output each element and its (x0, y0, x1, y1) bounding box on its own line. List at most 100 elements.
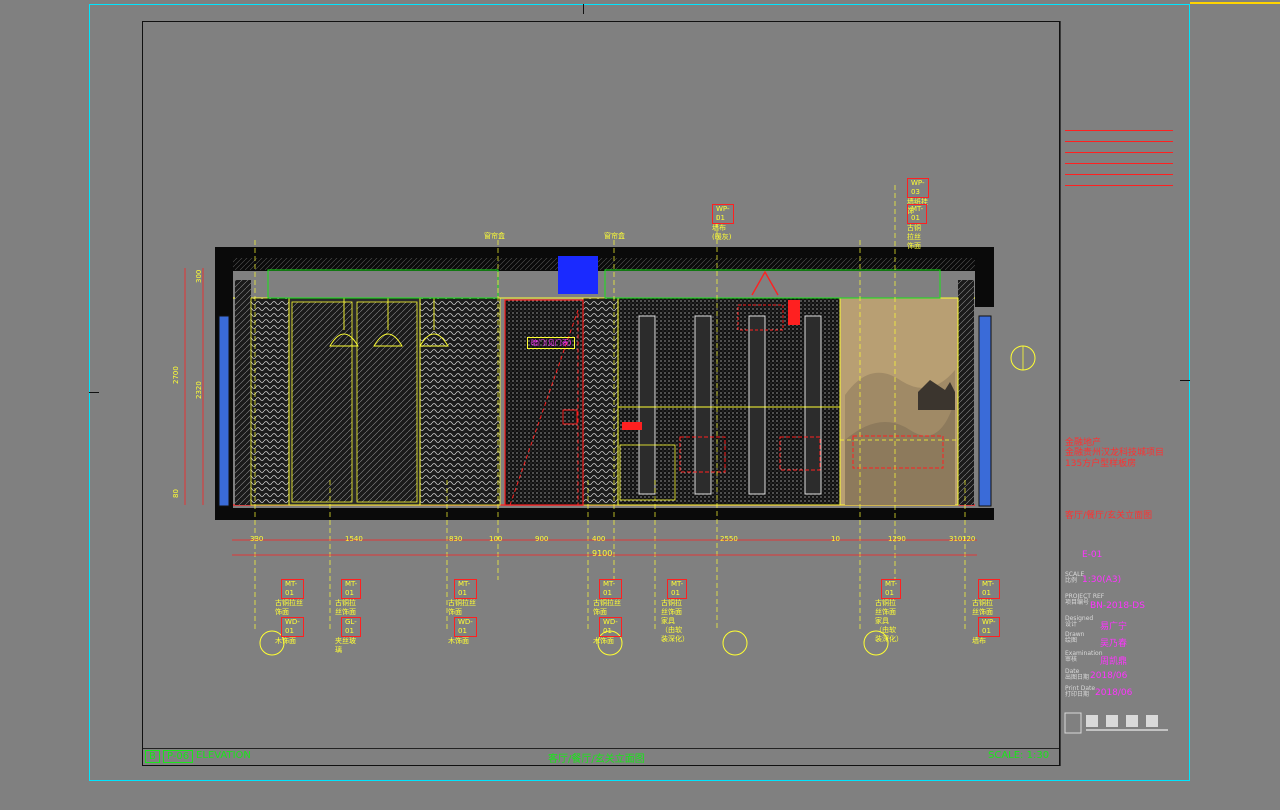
floor-slab (215, 508, 994, 520)
print-date-label: Print Date 打印日期 (1065, 685, 1096, 699)
dimension-label: 900 (535, 535, 549, 543)
project-line-2: 金融贵州汉龙科技城项目 (1065, 448, 1165, 459)
material-tag: MT-01 古铜拉丝饰面 家具 （由软装深化） (661, 579, 689, 644)
dimension-label-vertical: 300 (195, 269, 203, 283)
material-desc: 木饰面 (275, 637, 296, 645)
material-desc: 古铜拉丝饰面 (972, 599, 993, 616)
material-desc: 古铜拉丝饰面 (593, 599, 621, 616)
wave-panel-3 (582, 297, 619, 506)
dimension-label: 2550 (720, 535, 738, 543)
material-desc: 墙布 (972, 637, 986, 645)
material-tag: MT-01 古铜拉丝饰面 GL-01 夹丝玻璃 (335, 579, 362, 655)
print-date-value: 2018/06 (1095, 688, 1133, 698)
date-value: 2018/06 (1090, 671, 1128, 681)
project-line-1: 金融地产 (1065, 438, 1102, 448)
exam-value: 周凯鼎 (1100, 657, 1128, 667)
glass-door-left (291, 301, 353, 503)
right-curtain (978, 315, 992, 507)
material-desc: 墙布(暖灰) (712, 224, 732, 241)
dimension-label: 330 (250, 535, 264, 543)
material-tag: MT-01 古铜拉丝饰面 家具 （由软装深化） (875, 579, 903, 644)
material-desc: 家具 (661, 617, 675, 625)
left-curtain-fabric (235, 280, 251, 505)
material-desc: 古铜拉丝饰面 (907, 224, 921, 250)
dimension-label: 400 (592, 535, 606, 543)
wave-panel-2 (419, 297, 501, 506)
left-curtain (218, 315, 230, 507)
material-desc: 木饰面 (448, 637, 469, 645)
elevation-word: ELEVATION (196, 750, 251, 761)
dimension-total-label: 9100 (592, 549, 613, 558)
designed-label: Designed 设计 (1065, 615, 1094, 629)
dimension-label: 1290 (888, 535, 906, 543)
curtain-track-label-1: 窗帘盒 (484, 232, 505, 240)
scale-value: 1:30(A3) (1082, 575, 1122, 585)
material-desc: 古铜拉丝饰面 (335, 599, 356, 616)
elevation-code: P-06 (163, 750, 194, 763)
sheet-number: E-01 (1082, 550, 1103, 560)
material-desc: 古铜拉丝饰面 (875, 599, 896, 616)
hidden-door (504, 299, 584, 506)
material-desc: 古铜拉丝饰面 (275, 599, 303, 616)
drawing-title: 客厅/餐厅/玄关立面图 (1065, 511, 1153, 521)
designed-value: 易广宁 (1100, 622, 1128, 632)
material-tag: MT-01 古铜拉丝饰面 WD-01 木饰面 (275, 579, 304, 646)
elevation-mark: B (145, 750, 160, 763)
material-tag: MT-01 古铜拉丝饰面 WP-01 墙布 (972, 579, 1000, 646)
material-code: MT-01 (454, 579, 477, 599)
glass-door-right (356, 301, 418, 503)
material-code: MT-01 (341, 579, 362, 599)
material-code: WP-01 (978, 617, 1000, 637)
material-desc: 古铜拉丝饰面 (448, 599, 476, 616)
material-code: WD-01 (599, 617, 622, 637)
material-code: WD-01 (281, 617, 304, 637)
material-code: MT-01 (667, 579, 688, 599)
scale-text: SCALE: 1:30 (988, 750, 1050, 761)
hidden-door-label: 暗门(见门表) (527, 337, 576, 349)
material-code: MT-01 (881, 579, 902, 599)
company-logo (1064, 712, 1168, 734)
material-tag: MT-01 古铜拉丝饰面 WD-01 木饰面 (593, 579, 622, 646)
drawn-value: 吴乃春 (1100, 639, 1128, 649)
project-name: 金融地产 金融贵州汉龙科技城项目 135方户型样板房 (1065, 438, 1164, 469)
material-code: WP-01 (712, 204, 734, 224)
material-code: WD-01 (454, 617, 477, 637)
view-name: 客厅/餐厅/玄关立面图 (548, 754, 645, 765)
ceiling-hatch (233, 258, 975, 270)
material-code: GL-01 (341, 617, 362, 637)
table-lamp (622, 422, 642, 430)
fire-extinguisher-mark (788, 300, 800, 325)
material-desc: （由软装深化） (875, 626, 903, 643)
material-tag: MT-01 古铜拉丝饰面 WD-01 木饰面 (448, 579, 477, 646)
revision-lines (1065, 120, 1173, 186)
material-code: MT-01 (978, 579, 1000, 599)
wave-panel-1 (250, 297, 290, 506)
material-code: MT-01 (907, 204, 928, 224)
material-desc: 古铜拉丝饰面 (661, 599, 682, 616)
material-tag: WP-01 墙布(暖灰) (712, 204, 734, 242)
curtain-track-label-2: 窗帘盒 (604, 232, 625, 240)
air-conditioner-unit (558, 256, 598, 294)
material-tag: MT-01 古铜拉丝饰面 (907, 204, 928, 251)
material-code: WP-03 (907, 178, 929, 198)
dimension-label: 10 (831, 535, 840, 543)
right-wall-section (975, 247, 994, 307)
drawn-label: Drawn 绘图 (1065, 631, 1085, 645)
dimension-label: 310 (949, 535, 963, 543)
material-desc: 家具 (875, 617, 889, 625)
material-desc: 夹丝玻璃 (335, 637, 356, 654)
material-code: MT-01 (599, 579, 622, 599)
exam-label: Examination 审核 (1065, 650, 1103, 664)
dimension-label-vertical: 80 (172, 489, 180, 498)
material-desc: 木饰面 (593, 637, 614, 645)
ceiling-light-fixture (751, 270, 779, 296)
dimension-label: 100 (489, 535, 503, 543)
dimension-label-vertical: 2320 (195, 381, 203, 399)
date-label: Date 出图日期 (1065, 668, 1090, 682)
ceiling-cove-1 (267, 269, 499, 299)
dimension-label: 1540 (345, 535, 363, 543)
material-desc: （由软装深化） (661, 626, 689, 643)
dimension-label: 120 (962, 535, 976, 543)
project-line-3: 135方户型样板房 (1065, 458, 1137, 469)
right-curtain-fabric (958, 280, 974, 505)
